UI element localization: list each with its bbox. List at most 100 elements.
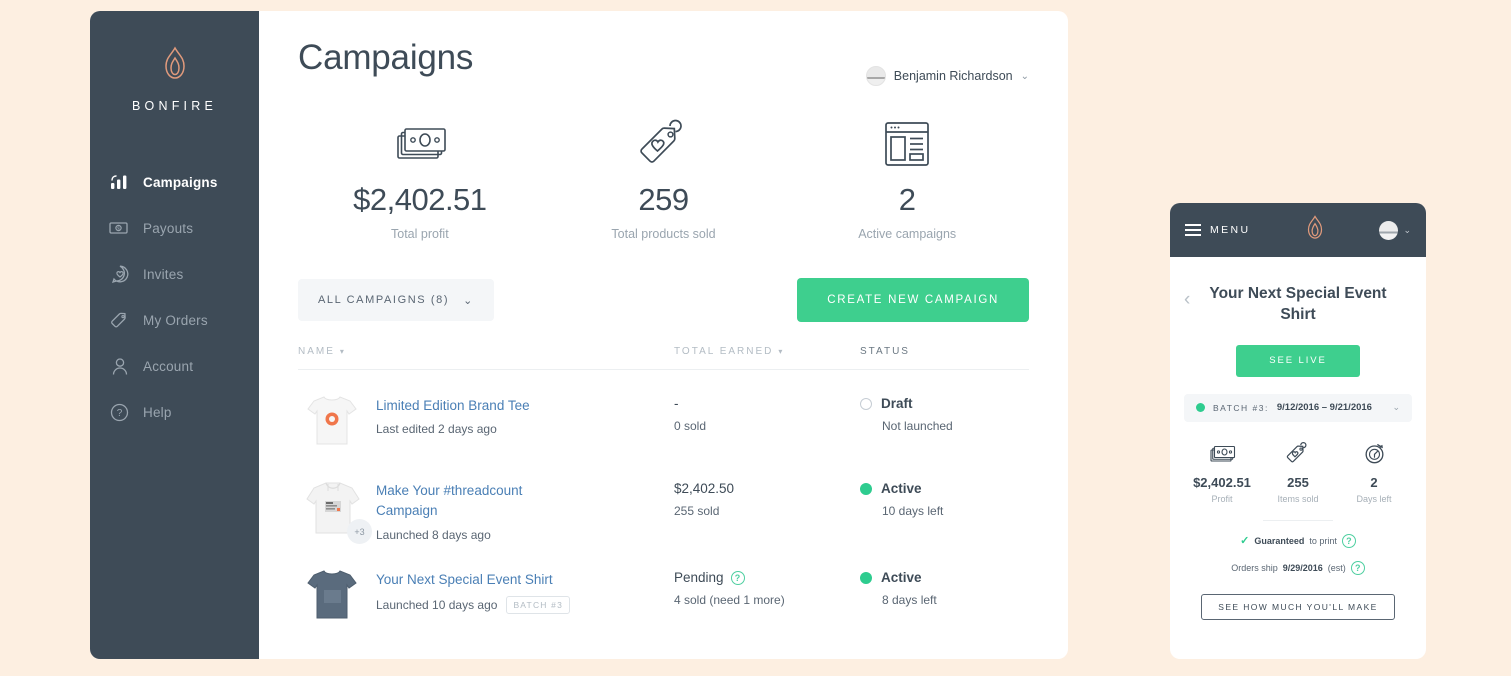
sidebar-label: Campaigns bbox=[143, 174, 218, 190]
campaign-name-link[interactable]: Your Next Special Event Shirt bbox=[376, 570, 674, 590]
campaign-subtext: Launched 8 days ago bbox=[376, 527, 491, 542]
product-thumbnail bbox=[298, 566, 376, 629]
column-header-status: STATUS bbox=[860, 346, 1029, 357]
page-title: Campaigns bbox=[298, 38, 474, 77]
mobile-stat-value: $2,402.51 bbox=[1193, 474, 1251, 490]
sidebar-item-my-orders[interactable]: My Orders bbox=[90, 297, 259, 343]
money-bill-icon: $ bbox=[109, 218, 130, 239]
status-badge: Active bbox=[860, 566, 1029, 585]
header-label: TOTAL EARNED bbox=[674, 346, 774, 357]
status-badge: Draft bbox=[860, 392, 1029, 411]
sidebar-item-account[interactable]: Account bbox=[90, 343, 259, 389]
status-cell: Draft Not launched bbox=[860, 392, 1029, 433]
see-live-button[interactable]: SEE LIVE bbox=[1236, 344, 1360, 377]
mobile-stat-value: 255 bbox=[1287, 474, 1309, 490]
header-label: NAME bbox=[298, 346, 335, 357]
stat-label: Active campaigns bbox=[858, 227, 957, 241]
earned-subtext: 4 sold (need 1 more) bbox=[674, 593, 785, 607]
divider bbox=[1263, 519, 1333, 521]
ship-suffix: (est) bbox=[1327, 562, 1346, 573]
total-earned-cell: Pending ? 4 sold (need 1 more) bbox=[674, 566, 860, 607]
campaign-name-cell: Make Your #threadcount Campaign Launched… bbox=[376, 477, 674, 542]
mobile-header: MENU ⌄ bbox=[1170, 203, 1426, 257]
chevron-down-icon: ⌄ bbox=[1403, 224, 1411, 235]
avatar bbox=[1379, 220, 1399, 240]
sidebar-label: Account bbox=[143, 358, 194, 374]
sidebar-label: Invites bbox=[143, 266, 184, 282]
column-header-name[interactable]: NAME ▾ bbox=[298, 346, 674, 357]
stopwatch-icon bbox=[1336, 440, 1412, 468]
status-dot-active-icon bbox=[860, 571, 872, 584]
status-dot-active-icon bbox=[1196, 403, 1205, 413]
stat-value: 259 bbox=[638, 182, 689, 217]
stat-active-campaigns: 2 Active campaigns bbox=[785, 116, 1029, 241]
brand-name: BONFIRE bbox=[132, 99, 217, 113]
flame-logo-icon bbox=[90, 44, 259, 89]
see-how-much-youll-make-button[interactable]: SEE HOW MUCH YOU'LL MAKE bbox=[1201, 593, 1395, 620]
mobile-preview-panel: MENU ⌄ ‹ Your Next Special Event Shirt S… bbox=[1170, 203, 1426, 659]
info-icon[interactable]: ? bbox=[1341, 533, 1356, 548]
campaign-subtext: Last edited 2 days ago bbox=[376, 422, 497, 437]
check-icon: ✓ bbox=[1240, 535, 1250, 548]
campaign-name-link[interactable]: Make Your #threadcount Campaign bbox=[376, 481, 536, 522]
info-icon[interactable]: ? bbox=[1350, 560, 1365, 575]
batch-selector-dropdown[interactable]: BATCH #3: 9/12/2016 – 9/21/2016 ⌄ bbox=[1184, 393, 1412, 422]
mobile-stat-value: 2 bbox=[1370, 474, 1378, 490]
sidebar-item-invites[interactable]: Invites bbox=[90, 251, 259, 297]
status-subtext: 8 days left bbox=[882, 593, 937, 607]
heart-tag-icon bbox=[1260, 440, 1336, 468]
sidebar-item-help[interactable]: ? Help bbox=[90, 389, 259, 435]
info-icon[interactable]: ? bbox=[730, 570, 745, 585]
product-thumbnail: +3 bbox=[298, 477, 376, 544]
mobile-user-menu[interactable]: ⌄ bbox=[1379, 220, 1411, 240]
chevron-down-icon: ⌄ bbox=[1392, 402, 1400, 413]
create-new-campaign-button[interactable]: CREATE NEW CAMPAIGN bbox=[797, 278, 1029, 322]
ship-prefix: Orders ship bbox=[1231, 562, 1278, 573]
table-row[interactable]: Your Next Special Event Shirt Launched 1… bbox=[298, 544, 1029, 629]
sidebar-item-payouts[interactable]: $ Payouts bbox=[90, 205, 259, 251]
batch-badge: BATCH #3 bbox=[506, 596, 571, 615]
status-dot-active-icon bbox=[860, 482, 872, 495]
stat-label: Total products sold bbox=[611, 227, 716, 241]
sidebar-label: Payouts bbox=[143, 220, 194, 236]
status-dot-draft-icon bbox=[860, 397, 872, 410]
mobile-stat-label: Items sold bbox=[1277, 493, 1319, 504]
column-header-total-earned[interactable]: TOTAL EARNED ▾ bbox=[674, 346, 860, 357]
mobile-stat-profit: $2,402.51 Profit bbox=[1184, 440, 1260, 504]
stat-value: $2,402.51 bbox=[353, 182, 487, 217]
back-chevron-icon[interactable]: ‹ bbox=[1184, 289, 1190, 311]
batch-date-range: 9/12/2016 – 9/21/2016 bbox=[1276, 402, 1372, 414]
mobile-body: ‹ Your Next Special Event Shirt SEE LIVE… bbox=[1170, 257, 1426, 620]
sidebar: BONFIRE Campaigns $ Payouts Invites My O… bbox=[90, 11, 259, 659]
batch-label: BATCH #3: bbox=[1213, 402, 1269, 413]
campaign-name-cell: Your Next Special Event Shirt Launched 1… bbox=[376, 566, 674, 615]
table-row[interactable]: +3 Make Your #threadcount Campaign Launc… bbox=[298, 455, 1029, 544]
bar-chart-icon bbox=[109, 172, 130, 193]
campaign-subtext: Launched 10 days ago BATCH #3 bbox=[376, 596, 674, 615]
topbar: Campaigns Benjamin Richardson ⌄ bbox=[298, 38, 1029, 86]
sidebar-item-campaigns[interactable]: Campaigns bbox=[90, 159, 259, 205]
earned-subtext: 255 sold bbox=[674, 504, 720, 518]
person-icon bbox=[109, 356, 130, 377]
mobile-stat-label: Profit bbox=[1211, 493, 1233, 504]
guarantee-rest: to print bbox=[1309, 535, 1337, 546]
status-cell: Active 10 days left bbox=[860, 477, 1029, 518]
header-label: STATUS bbox=[860, 346, 910, 357]
total-earned-cell: - 0 sold bbox=[674, 392, 860, 433]
mobile-stat-label: Days left bbox=[1356, 493, 1392, 504]
mobile-campaign-title: Your Next Special Event Shirt bbox=[1209, 285, 1387, 323]
filter-label: ALL CAMPAIGNS (8) bbox=[318, 294, 450, 306]
user-menu[interactable]: Benjamin Richardson ⌄ bbox=[865, 66, 1029, 86]
table-row[interactable]: Limited Edition Brand Tee Last edited 2 … bbox=[298, 370, 1029, 455]
earned-value: $2,402.50 bbox=[674, 481, 735, 496]
total-earned-cell: $2,402.50 255 sold bbox=[674, 477, 860, 518]
campaign-name-link[interactable]: Limited Edition Brand Tee bbox=[376, 396, 674, 416]
main-content: Campaigns Benjamin Richardson ⌄ $2,402.5… bbox=[259, 11, 1068, 659]
product-thumbnail bbox=[298, 392, 376, 455]
guarantee-note: ✓ Guaranteed to print ? bbox=[1184, 533, 1412, 548]
ship-date: 9/29/2016 bbox=[1282, 562, 1323, 573]
status-label: Active bbox=[881, 481, 922, 496]
mobile-menu-button[interactable]: MENU bbox=[1185, 221, 1251, 240]
all-campaigns-filter-dropdown[interactable]: ALL CAMPAIGNS (8) ⌄ bbox=[298, 279, 494, 321]
stat-total-products-sold: 259 Total products sold bbox=[542, 116, 786, 241]
